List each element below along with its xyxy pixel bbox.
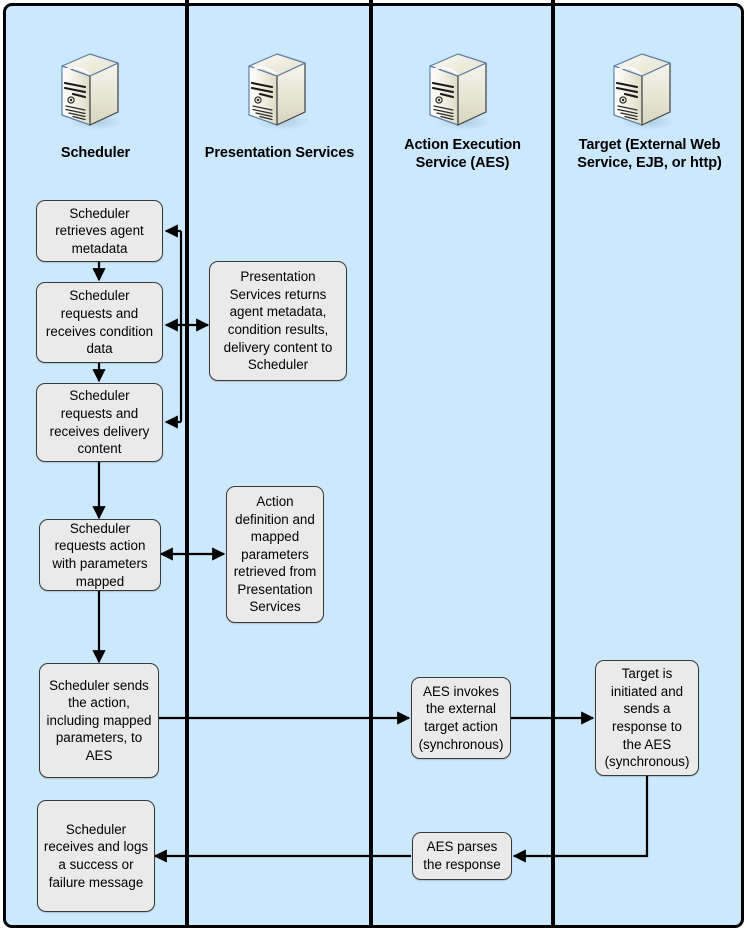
lane-header-target-line2: Service, EJB, or http) xyxy=(577,155,722,171)
lane-header-aes: Action Execution Service (AES) xyxy=(375,136,550,172)
node-ps-returns-metadata[interactable]: Presentation Services returns agent meta… xyxy=(209,261,347,381)
node-action-definition-retrieved[interactable]: Action definition and mapped parameters … xyxy=(226,486,324,623)
lane-header-target-line1: Target (External Web xyxy=(578,137,721,153)
server-icon xyxy=(613,53,676,130)
server-icon xyxy=(61,53,124,130)
node-aes-parses-response[interactable]: AES parses the response xyxy=(412,832,512,880)
node-scheduler-sends-action[interactable]: Scheduler sends the action, including ma… xyxy=(39,663,159,778)
server-icon xyxy=(429,53,492,130)
lane-header-presentation-services: Presentation Services xyxy=(204,145,355,161)
lane-divider-2 xyxy=(369,0,373,925)
node-scheduler-condition-data[interactable]: Scheduler requests and receives conditio… xyxy=(36,282,163,363)
lane-header-aes-line2: Service (AES) xyxy=(415,155,510,171)
node-aes-invokes-target[interactable]: AES invokes the external target action (… xyxy=(411,677,511,759)
node-scheduler-logs-result[interactable]: Scheduler receives and logs a success or… xyxy=(37,800,155,912)
lane-header-aes-line1: Action Execution xyxy=(404,137,521,153)
lane-header-scheduler: Scheduler xyxy=(60,145,131,161)
lane-divider-1 xyxy=(185,0,189,925)
swimlane-diagram: Scheduler Presentation Services Action E… xyxy=(0,0,747,931)
node-scheduler-delivery-content[interactable]: Scheduler requests and receives delivery… xyxy=(36,383,163,462)
node-target-initiated[interactable]: Target is initiated and sends a response… xyxy=(595,660,699,776)
node-scheduler-requests-action[interactable]: Scheduler requests action with parameter… xyxy=(39,519,161,591)
server-icon xyxy=(248,53,311,130)
lane-divider-3 xyxy=(551,0,555,925)
node-scheduler-retrieves-metadata[interactable]: Scheduler retrieves agent metadata xyxy=(36,200,163,262)
lane-header-target: Target (External Web Service, EJB, or ht… xyxy=(557,136,742,172)
